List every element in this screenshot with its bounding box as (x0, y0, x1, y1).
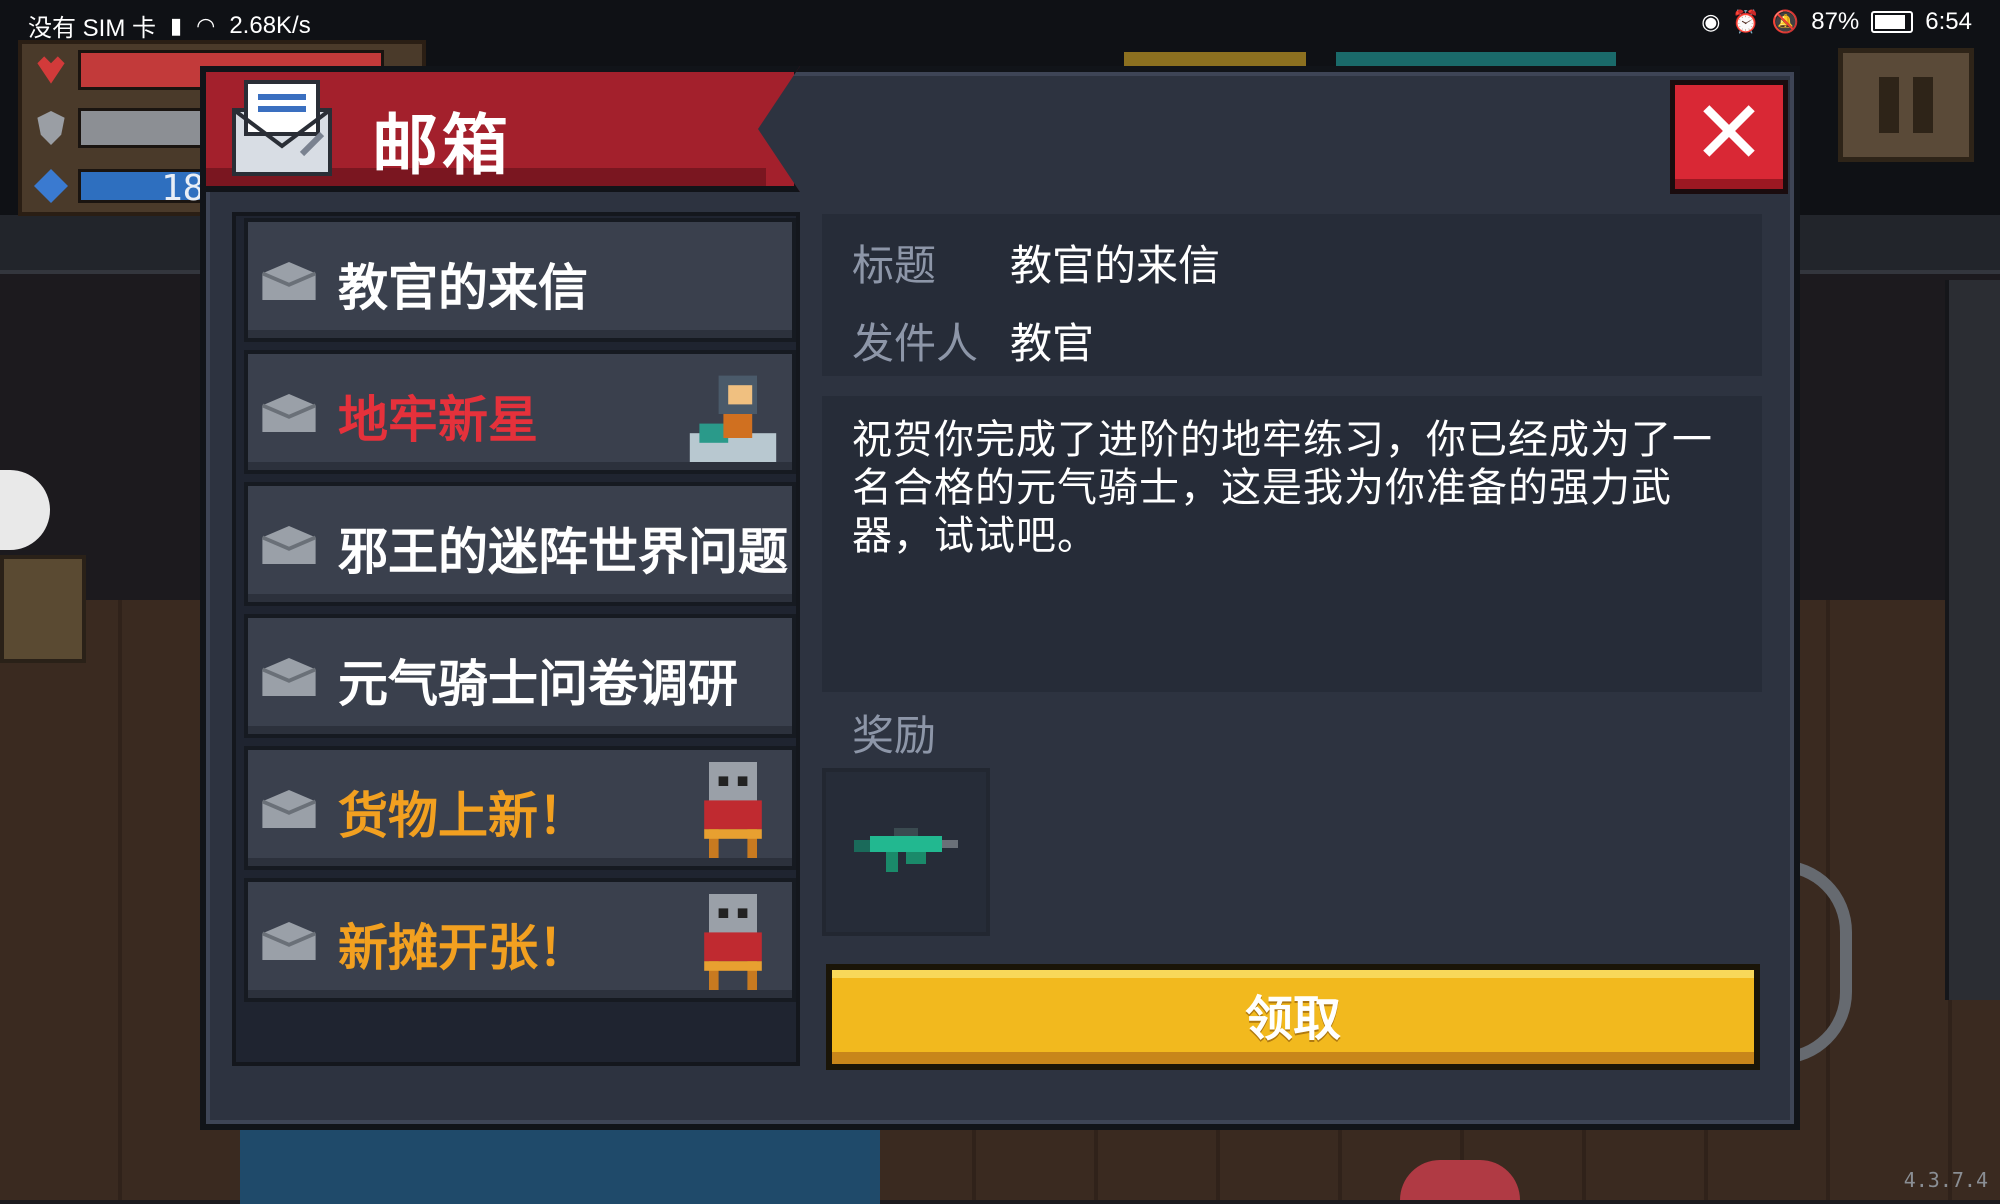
knight-avatar-icon (689, 375, 777, 462)
mail-item-label: 邪王的迷阵世界问题 (338, 523, 788, 581)
merchant-avatar-icon (704, 894, 762, 990)
eye-icon: ◉ (1701, 9, 1721, 34)
network-speed: 2.68K/s (229, 11, 311, 39)
mail-item-label: 元气骑士问卷调研 (338, 655, 738, 713)
mail-body-box: 祝贺你完成了进阶的地牢练习，你已经成为了一名合格的元气骑士，这是我为你准备的强力… (822, 396, 1762, 692)
envelope-icon (262, 526, 316, 564)
mail-list[interactable]: 教官的来信 地牢新星 邪王的迷阵世界问题 元气骑士问卷调研 货物上新！ 新摊开张… (232, 212, 800, 1066)
clock: 6:54 (1925, 8, 1972, 35)
battery-fill (1875, 15, 1905, 29)
mail-item-5[interactable]: 货物上新！ (244, 746, 796, 870)
version-label: 4.3.7.4 (1903, 1168, 1988, 1192)
sim-alert-icon: ▮ (170, 12, 183, 38)
mail-envelope-icon (232, 80, 332, 176)
pause-button[interactable] (1838, 48, 1974, 162)
dialog-title: 邮箱 (372, 107, 512, 184)
close-icon: ✕ (1692, 81, 1766, 184)
reward-label: 奖励 (852, 711, 937, 760)
envelope-icon (262, 394, 316, 432)
envelope-icon (262, 262, 316, 300)
mail-item-2[interactable]: 地牢新星 (244, 350, 796, 474)
pause-icon-bar (1913, 77, 1933, 133)
system-status-bar: 没有 SIM 卡 ▮ ◠ 2.68K/s ◉ ⏰ 🔕 87% 6:54 (0, 0, 2000, 44)
title-value: 教官的来信 (1010, 241, 1221, 290)
pause-icon (1879, 77, 1899, 133)
shield-icon (37, 111, 65, 145)
mail-info-box: 标题 教官的来信 发件人 教官 (822, 214, 1762, 376)
mute-bell-icon: 🔕 (1771, 9, 1800, 34)
sender-value: 教官 (1010, 319, 1095, 368)
energy-diamond-icon (34, 169, 68, 203)
green-rifle-icon (854, 828, 958, 872)
heart-icon (37, 56, 65, 84)
wifi-icon: ◠ (196, 12, 216, 38)
shop-shelf (240, 1120, 880, 1204)
red-creature (1400, 1160, 1520, 1200)
battery-icon (1871, 11, 1914, 33)
mail-item-label: 教官的来信 (338, 259, 588, 317)
envelope-icon (262, 790, 316, 828)
reward-slot[interactable] (822, 768, 990, 936)
game-pillar (1945, 280, 2000, 1000)
alarm-icon: ⏰ (1732, 9, 1760, 34)
claim-label: 领取 (1244, 991, 1341, 1047)
mail-body-text: 祝贺你完成了进阶的地牢练习，你已经成为了一名合格的元气骑士，这是我为你准备的强力… (852, 417, 1713, 559)
mail-item-4[interactable]: 元气骑士问卷调研 (244, 614, 796, 738)
envelope-icon (262, 658, 316, 696)
qq-penguin-icon (0, 470, 50, 550)
battery-percent: 87% (1811, 8, 1860, 35)
envelope-icon (262, 922, 316, 960)
close-button[interactable]: ✕ (1670, 80, 1788, 194)
mail-item-1[interactable]: 教官的来信 (244, 218, 796, 342)
carrier-label: 没有 SIM 卡 (28, 15, 157, 42)
mail-item-3[interactable]: 邪王的迷阵世界问题 (244, 482, 796, 606)
merchant-avatar-icon (704, 762, 762, 858)
mail-item-6[interactable]: 新摊开张！ (244, 878, 796, 1002)
title-key: 标题 (852, 241, 937, 290)
treasure-chest (0, 555, 86, 663)
sender-key: 发件人 (852, 319, 979, 368)
claim-button[interactable]: 领取 (826, 964, 1760, 1070)
